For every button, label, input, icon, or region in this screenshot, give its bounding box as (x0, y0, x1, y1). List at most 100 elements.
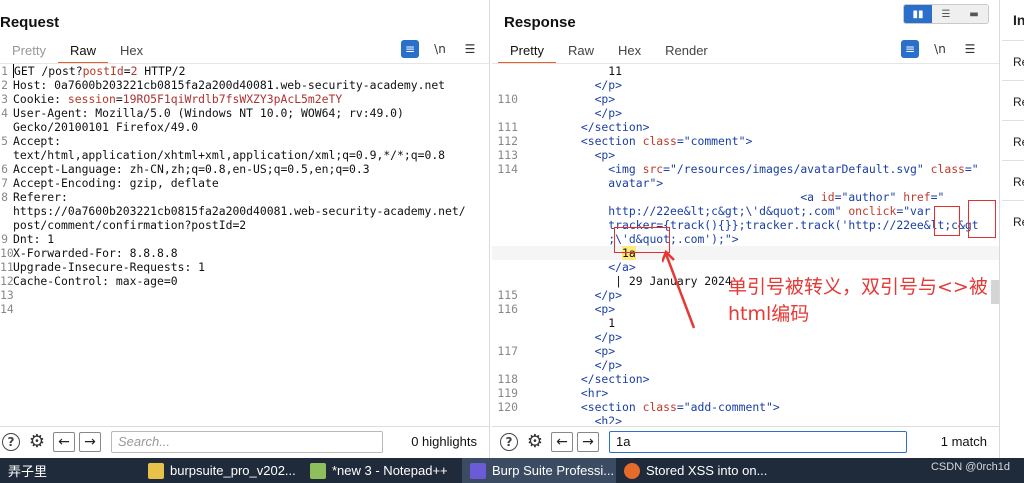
line-number (492, 190, 518, 204)
code-text: Accept: (8, 134, 61, 148)
next-match-button[interactable]: → (577, 431, 599, 452)
code-text: Dnt: 1 (8, 232, 54, 246)
code-token: =" (964, 162, 979, 176)
burp-suite-window: Request Pretty Raw Hex ≡ \n ☰ 1 GET /post… (0, 0, 1024, 483)
response-tabs: Pretty Raw Hex Render (498, 40, 720, 64)
code-token: 19RO5F1qiWrdlb7fsWXZY3pAcL5m2eTY (122, 92, 343, 106)
code-token: text/html,application/xhtml+xml,applicat… (13, 148, 446, 162)
line-number (492, 78, 518, 92)
code-token: <hr> (526, 386, 609, 400)
line-number: 118 (497, 372, 518, 386)
response-search-input[interactable] (609, 430, 907, 453)
line-number: 119 (497, 386, 518, 400)
menu-icon[interactable]: ☰ (961, 40, 979, 58)
code-token: Accept: (13, 134, 62, 148)
code-line: 5 Accept: (0, 134, 489, 148)
code-token: session (67, 92, 116, 106)
code-token: post/comment/confirmation?postId=2 (13, 218, 247, 232)
code-text: <section class="comment"> (518, 134, 752, 148)
line-number: 13 (0, 288, 14, 302)
taskbar-item-notepad[interactable]: *new 3 - Notepad++ (302, 458, 462, 483)
code-text: 11 (518, 64, 622, 78)
inspector-row[interactable]: Re (1002, 160, 1024, 200)
code-line: 14 (0, 302, 489, 316)
settings-gear-icon[interactable]: ⚙ (27, 431, 47, 452)
line-number: 12 (0, 274, 14, 288)
annotation-text-line1: 单引号被转义，双引号与<>被 (728, 276, 988, 298)
line-number: 5 (1, 134, 8, 148)
request-tabs: Pretty Raw Hex (0, 40, 155, 64)
show-newlines-button[interactable]: \n (431, 40, 449, 58)
response-tab-pretty[interactable]: Pretty (498, 40, 556, 64)
help-icon[interactable]: ? (1, 432, 21, 452)
code-text: post/comment/confirmation?postId=2 (8, 218, 246, 232)
inspector-row[interactable]: Re (1002, 80, 1024, 120)
response-editor[interactable]: 11 </p> 110 <p> </p> 111 </section> 112 <se… (492, 64, 999, 424)
code-token: <p> (526, 344, 616, 358)
code-token: </a> (526, 260, 636, 274)
taskbar-item-folder[interactable]: burpsuite_pro_v202... (140, 458, 302, 483)
line-number: 3 (1, 92, 8, 106)
code-token: ="var (896, 204, 931, 218)
code-text: </a> (518, 260, 636, 274)
request-search-input[interactable] (111, 430, 383, 453)
code-text: </p> (518, 358, 622, 372)
request-title: Request (0, 14, 60, 31)
taskbar-item-search[interactable]: 弄子里 (0, 458, 140, 483)
inspector-title: In (1013, 12, 1024, 28)
line-number: 113 (497, 148, 518, 162)
code-token: 11 (526, 64, 623, 78)
line-number: 120 (497, 400, 518, 414)
response-title: Response (504, 14, 576, 31)
code-line: <h2> (492, 414, 999, 424)
wrap-lines-icon[interactable]: ≡ (401, 40, 419, 58)
code-token: <section (526, 400, 643, 414)
line-number (492, 176, 518, 190)
code-token: class (642, 400, 677, 414)
help-icon[interactable]: ? (499, 432, 519, 452)
request-editor[interactable]: 1 GET /post?postId=2 HTTP/2 2 Host: 0a7600b… (0, 64, 489, 424)
taskbar-item-burp[interactable]: Burp Suite Professi... (462, 458, 616, 483)
response-tab-raw[interactable]: Raw (556, 40, 606, 64)
code-token: <p> (526, 92, 616, 106)
inspector-row[interactable]: Re (1002, 200, 1024, 240)
code-token: tracker={track(){}};tracker.track('http:… (526, 218, 979, 232)
code-token: <h2> (526, 414, 623, 424)
response-scrollbar-thumb[interactable] (991, 280, 999, 304)
request-tab-pretty[interactable]: Pretty (0, 40, 58, 64)
show-newlines-button[interactable]: \n (931, 40, 949, 58)
response-pane: Response ▮▮ ☰ ▬ Pretty Raw Hex Render ≡ … (492, 0, 1000, 458)
code-token: onclick (848, 204, 897, 218)
annotation-arrow (662, 250, 696, 329)
response-tab-hex[interactable]: Hex (606, 40, 653, 64)
layout-tabs-icon[interactable]: ▬ (960, 5, 988, 23)
menu-icon[interactable]: ☰ (461, 40, 479, 58)
inspector-row[interactable]: Re (1002, 120, 1024, 160)
previous-match-button[interactable]: ← (551, 431, 573, 452)
code-line: 111 </section> (492, 120, 999, 134)
previous-match-button[interactable]: ← (53, 431, 75, 452)
line-number: 112 (497, 134, 518, 148)
wrap-lines-icon[interactable]: ≡ (901, 40, 919, 58)
request-tab-raw[interactable]: Raw (57, 40, 108, 64)
code-text: User-Agent: Mozilla/5.0 (Windows NT 10.0… (8, 106, 404, 120)
code-text: <p> (518, 148, 616, 162)
response-tab-render[interactable]: Render (653, 40, 720, 64)
code-text: http://22ee&lt;c&gt;\'d&quot;.com" oncli… (518, 204, 931, 218)
taskbar-item-firefox[interactable]: Stored XSS into on... (616, 458, 776, 483)
code-token: href (903, 190, 931, 204)
layout-side-by-side-icon[interactable]: ▮▮ (904, 5, 932, 23)
layout-stacked-icon[interactable]: ☰ (932, 5, 960, 23)
inspector-row[interactable]: Re (1002, 40, 1024, 80)
code-token: <img (526, 162, 643, 176)
code-token: User-Agent: Mozilla/5.0 (Windows NT 10.0… (13, 106, 404, 120)
code-token: Gecko/20100101 Firefox/49.0 (13, 120, 199, 134)
code-text: </section> (518, 372, 650, 386)
taskbar-item-label: Burp Suite Professi... (492, 463, 615, 478)
settings-gear-icon[interactable]: ⚙ (525, 431, 545, 452)
request-tab-hex[interactable]: Hex (108, 40, 155, 64)
next-match-button[interactable]: → (79, 431, 101, 452)
code-line: </p> (492, 78, 999, 92)
